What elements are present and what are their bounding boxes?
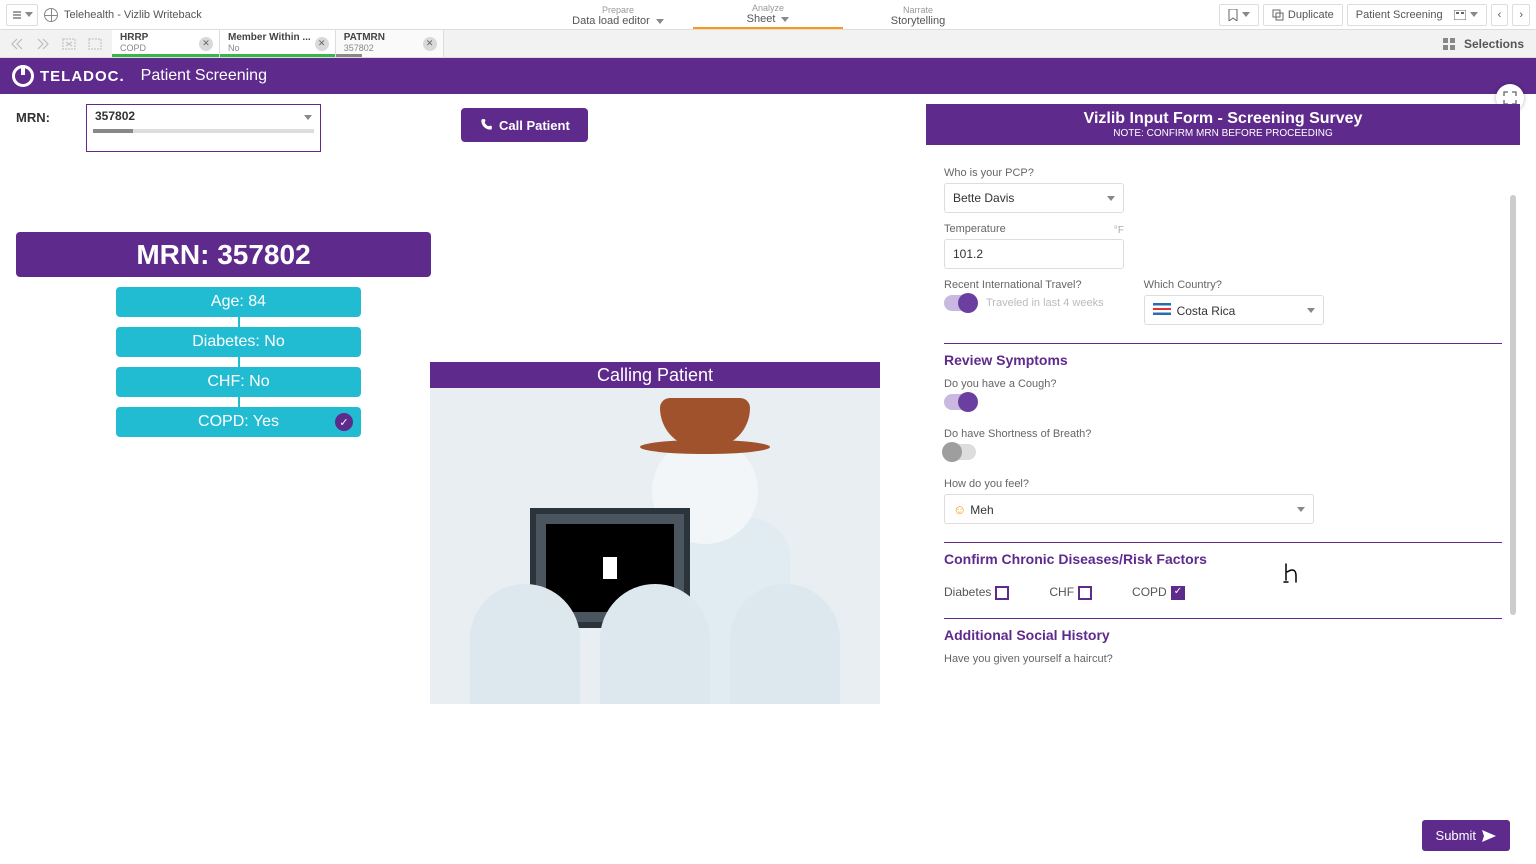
app-banner: TELADOC. Patient Screening	[0, 58, 1536, 94]
page-title: Patient Screening	[141, 67, 267, 85]
selection-chip[interactable]: HRRP COPD ✕	[112, 30, 220, 57]
tab-prepare[interactable]: Prepare Data load editor	[543, 3, 693, 29]
close-icon[interactable]: ✕	[199, 37, 213, 51]
travel-label: Recent International Travel?	[944, 279, 1104, 291]
feel-select[interactable]: ☺Meh	[944, 494, 1314, 524]
patient-mrn-banner: MRN: 357802	[16, 232, 431, 277]
chevron-down-icon	[1242, 12, 1250, 17]
scrollbar-thumb[interactable]	[1510, 195, 1516, 615]
step-forward-icon[interactable]	[32, 33, 54, 55]
scroll-indicator	[93, 129, 314, 133]
breath-toggle[interactable]	[944, 444, 976, 460]
menu-button[interactable]	[6, 4, 38, 26]
temperature-input[interactable]: 101.2	[944, 239, 1124, 269]
clear-selections-icon[interactable]	[58, 33, 80, 55]
diabetes-checkbox[interactable]: Diabetes	[944, 585, 1009, 600]
calling-patient-title: Calling Patient	[430, 362, 880, 388]
prev-sheet-button[interactable]: ‹	[1491, 4, 1509, 26]
country-label: Which Country?	[1144, 279, 1324, 291]
close-icon[interactable]: ✕	[423, 37, 437, 51]
patient-info-row: Diabetes: No	[116, 327, 361, 357]
selection-chip[interactable]: Member Within ... No ✕	[220, 30, 336, 57]
emoji-icon: ☺	[953, 502, 966, 517]
chevron-down-icon	[1297, 507, 1305, 512]
call-patient-button[interactable]: Call Patient	[461, 108, 588, 142]
selection-chip[interactable]: PATMRN 357802 ✕	[336, 30, 444, 57]
cough-label: Do you have a Cough?	[944, 378, 1502, 390]
chevron-down-icon	[25, 12, 33, 17]
form-subtitle: NOTE: CONFIRM MRN BEFORE PROCEEDING	[926, 128, 1520, 139]
temperature-label: Temperature	[944, 223, 1006, 235]
copd-checkbox[interactable]: COPD	[1132, 585, 1185, 600]
bookmark-button[interactable]	[1219, 4, 1259, 26]
selections-icon	[1442, 37, 1456, 51]
chevron-down-icon	[781, 17, 789, 22]
next-sheet-button[interactable]: ›	[1512, 4, 1530, 26]
pcp-select[interactable]: Bette Davis	[944, 183, 1124, 213]
haircut-label: Have you given yourself a haircut?	[944, 653, 1502, 665]
chevron-down-icon	[656, 19, 664, 24]
calling-patient-panel: Calling Patient	[430, 362, 880, 704]
temperature-unit: °F	[1114, 225, 1124, 236]
sheet-selector[interactable]: Patient Screening	[1347, 4, 1487, 26]
feel-label: How do you feel?	[944, 478, 1502, 490]
patient-info-row: CHF: No	[116, 367, 361, 397]
chevron-down-icon	[304, 115, 312, 120]
patient-info-row: Age: 84	[116, 287, 361, 317]
symptoms-section-title: Review Symptoms	[944, 352, 1502, 368]
brand-mark-icon	[12, 65, 34, 87]
mrn-select[interactable]: 357802	[86, 104, 321, 152]
smart-search-icon[interactable]	[84, 33, 106, 55]
phone-icon	[479, 118, 493, 132]
send-icon	[1482, 830, 1496, 842]
form-title: Vizlib Input Form - Screening Survey	[926, 110, 1520, 128]
chronic-section-title: Confirm Chronic Diseases/Risk Factors	[944, 551, 1502, 567]
travel-toggle[interactable]	[944, 295, 976, 311]
tab-analyze[interactable]: Analyze Sheet	[693, 1, 843, 29]
country-select[interactable]: Costa Rica	[1144, 295, 1324, 325]
patient-info-row: COPD: Yes ✓	[116, 407, 361, 437]
mrn-label: MRN:	[16, 110, 56, 125]
social-section-title: Additional Social History	[944, 627, 1502, 643]
close-icon[interactable]: ✕	[315, 37, 329, 51]
calling-patient-image	[430, 388, 880, 704]
survey-form: Vizlib Input Form - Screening Survey NOT…	[926, 104, 1520, 864]
chf-checkbox[interactable]: CHF	[1049, 585, 1092, 600]
travel-hint: Traveled in last 4 weeks	[986, 297, 1104, 309]
selection-bar: HRRP COPD ✕ Member Within ... No ✕ PATMR…	[0, 30, 1536, 58]
pcp-label: Who is your PCP?	[944, 167, 1502, 179]
submit-button[interactable]: Submit	[1422, 820, 1510, 851]
app-title: Telehealth - Vizlib Writeback	[64, 9, 202, 21]
breath-label: Do have Shortness of Breath?	[944, 428, 1502, 440]
tab-narrate[interactable]: Narrate Storytelling	[843, 3, 993, 29]
selections-button[interactable]: Selections	[1464, 37, 1524, 51]
globe-icon	[44, 8, 58, 22]
duplicate-button[interactable]: Duplicate	[1263, 4, 1343, 26]
app-toolbar: Telehealth - Vizlib Writeback Prepare Da…	[0, 0, 1536, 30]
check-circle-icon: ✓	[335, 413, 353, 431]
flag-icon	[1153, 303, 1171, 315]
brand-logo: TELADOC.	[12, 65, 125, 87]
chevron-down-icon	[1107, 196, 1115, 201]
cough-toggle[interactable]	[944, 394, 976, 410]
chevron-down-icon	[1470, 12, 1478, 17]
chevron-down-icon	[1307, 308, 1315, 313]
step-back-icon[interactable]	[6, 33, 28, 55]
